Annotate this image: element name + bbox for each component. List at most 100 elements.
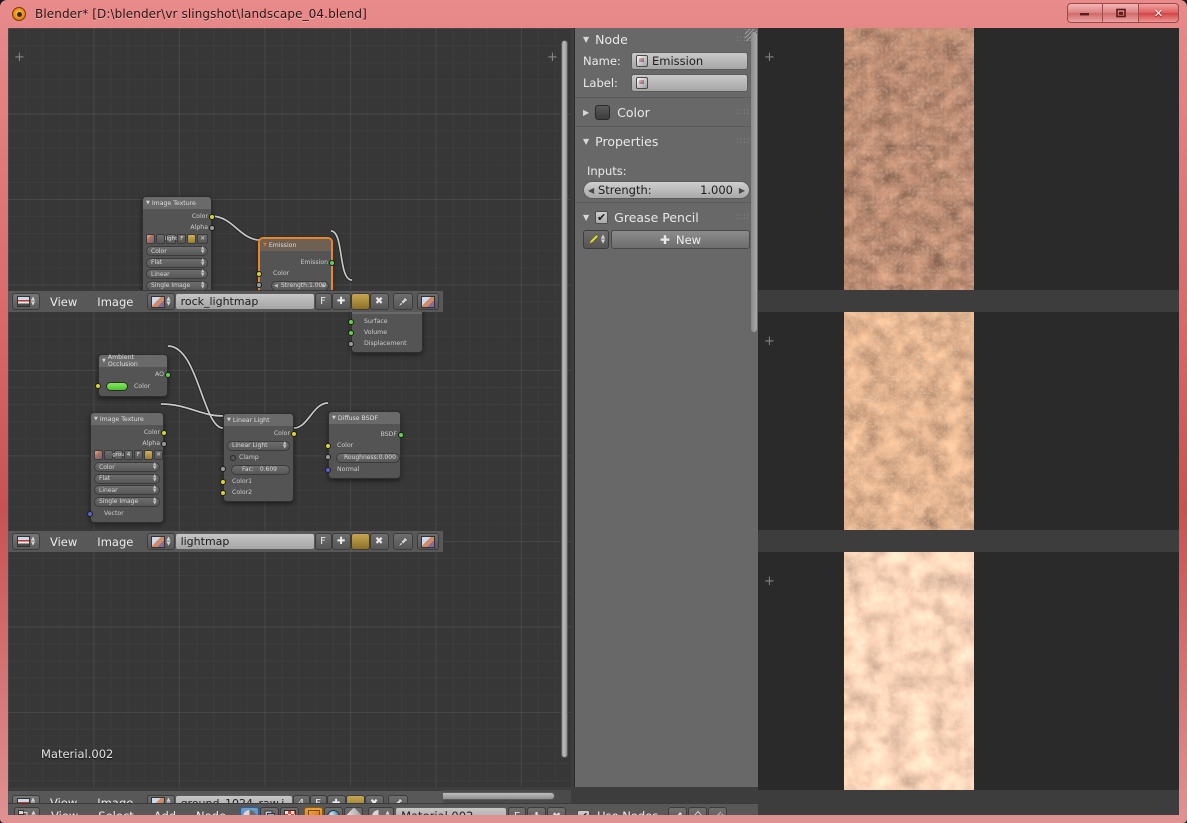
- clamp-checkbox[interactable]: [230, 454, 236, 461]
- socket-alpha-out[interactable]: [161, 440, 167, 447]
- color-swatch[interactable]: [106, 382, 128, 391]
- menu-view[interactable]: View: [40, 295, 87, 309]
- unlink-image-button[interactable]: ✖: [369, 293, 389, 310]
- node-header[interactable]: ▼ Emission: [260, 239, 331, 251]
- context-linestyle-button[interactable]: [344, 807, 364, 815]
- decrement-arrow-icon[interactable]: ◀: [588, 186, 594, 195]
- strength-slider[interactable]: ◀ Strength: 1.000 ▶: [271, 280, 329, 291]
- shader-type-render-layers-button[interactable]: [260, 807, 280, 815]
- open-image-button[interactable]: [350, 533, 370, 550]
- image-thumb-icon[interactable]: [94, 450, 103, 460]
- strength-slider[interactable]: ◀ Strength: 1.000 ▶: [583, 181, 750, 199]
- color-swatch[interactable]: [595, 104, 611, 120]
- scroll-thumb[interactable]: [561, 40, 568, 758]
- close-button[interactable]: ✕: [1139, 3, 1179, 23]
- socket-color-out[interactable]: [161, 429, 167, 436]
- menu-image[interactable]: Image: [87, 535, 143, 549]
- fake-user-button[interactable]: F: [314, 533, 332, 550]
- socket-volume-in[interactable]: [348, 329, 354, 336]
- new-image-button[interactable]: ✚: [331, 293, 351, 310]
- chevron-right-icon[interactable]: ▶: [583, 108, 589, 117]
- node-header[interactable]: ▼ Ambient Occlusion: [99, 354, 167, 368]
- view-expand-icon[interactable]: +: [764, 335, 775, 348]
- collapse-triangle-icon[interactable]: ▼: [263, 242, 267, 248]
- snap-button[interactable]: [708, 807, 728, 815]
- socket-color2-in[interactable]: [220, 489, 226, 496]
- maximize-button[interactable]: [1103, 3, 1139, 23]
- socket-color-in[interactable]: [325, 442, 331, 449]
- section-node[interactable]: ▼ Node ::::: [575, 28, 758, 50]
- new-image-button[interactable]: ✚: [331, 533, 351, 550]
- node-header[interactable]: ▼ Diffuse BSDF: [329, 412, 400, 424]
- socket-roughness-in[interactable]: [325, 453, 331, 460]
- pin-button[interactable]: [668, 807, 688, 815]
- collapse-triangle-icon[interactable]: ▼: [227, 417, 231, 423]
- context-world-button[interactable]: [324, 807, 344, 815]
- section-grease-pencil[interactable]: ▼ ✔ Grease Pencil ::::: [575, 206, 758, 228]
- menu-image[interactable]: Image: [87, 295, 143, 309]
- image-preview[interactable]: [844, 312, 974, 530]
- clamp-checkbox-row[interactable]: Clamp: [227, 452, 290, 463]
- chevron-down-icon[interactable]: ▼: [583, 35, 589, 44]
- node-emission[interactable]: ▼ Emission Emission Color ◀ Strength: 1.…: [256, 238, 335, 296]
- drag-dots-icon[interactable]: ::::: [736, 136, 750, 145]
- collapse-triangle-icon[interactable]: ▼: [102, 358, 106, 364]
- view-expand-icon[interactable]: +: [764, 575, 775, 588]
- socket-emission-out[interactable]: [329, 259, 335, 266]
- menu-node[interactable]: Node: [186, 809, 236, 815]
- open-image-icon[interactable]: [187, 234, 197, 244]
- socket-surface-in[interactable]: [348, 318, 354, 325]
- chevron-down-icon[interactable]: ▼: [583, 213, 589, 222]
- image-users-count[interactable]: 4: [124, 450, 133, 460]
- dropdown-projection[interactable]: Flat ▲ ▼: [146, 257, 208, 268]
- material-name-field[interactable]: Material.002: [395, 807, 508, 815]
- scroll-thumb[interactable]: [751, 32, 757, 332]
- socket-ao-out[interactable]: [165, 371, 171, 378]
- fake-user-button[interactable]: F: [177, 234, 187, 244]
- open-image-button[interactable]: [350, 293, 370, 310]
- shader-type-material-button[interactable]: [240, 807, 260, 815]
- image-editor-rock-lightmap-canvas[interactable]: + +: [758, 28, 1179, 290]
- chevron-down-icon[interactable]: ▼: [583, 137, 589, 146]
- view-expand-icon[interactable]: +: [764, 51, 775, 64]
- grease-pencil-checkbox[interactable]: ✔: [595, 210, 609, 224]
- image-name-field[interactable]: light: [165, 234, 177, 244]
- image-preview[interactable]: [844, 552, 974, 790]
- node-label-input[interactable]: [631, 74, 748, 92]
- menu-view[interactable]: View: [41, 809, 88, 815]
- roughness-slider[interactable]: Roughness: 0.000: [336, 452, 400, 463]
- node-mix-rgb-linear-light[interactable]: ▼ Linear Light Color Linear Light ▲ ▼ Clam…: [220, 413, 297, 502]
- node-editor-vscrollbar[interactable]: [561, 36, 568, 771]
- menu-select[interactable]: Select: [88, 809, 143, 815]
- unlink-image-icon[interactable]: ✕: [154, 450, 163, 460]
- node-name-input[interactable]: Emission: [631, 52, 748, 70]
- dropdown-blend-mode[interactable]: Linear Light ▲ ▼: [227, 440, 290, 451]
- unlink-image-button[interactable]: ✖: [369, 533, 389, 550]
- image-editor-ground-raw-canvas[interactable]: + +: [758, 552, 1179, 790]
- node-header[interactable]: ▼ Image Texture: [143, 197, 211, 209]
- open-image-icon[interactable]: [144, 450, 153, 460]
- editor-type-button[interactable]: ▲▼: [12, 533, 40, 550]
- image-browse-button[interactable]: ▲▼: [147, 533, 175, 550]
- node-ambient-occlusion[interactable]: ▼ Ambient Occlusion AO Color: [95, 354, 171, 397]
- material-browse-button[interactable]: ▲▼: [368, 807, 395, 815]
- grease-pencil-browse-button[interactable]: ▲ ▼: [583, 230, 609, 249]
- shader-node-editor[interactable]: + + ▼ Image Texture Color Alpha light F …: [8, 28, 571, 787]
- view-expand-icon[interactable]: +: [1178, 575, 1179, 588]
- socket-vector-in[interactable]: [87, 510, 93, 517]
- node-header[interactable]: ▼ Image Texture: [91, 413, 163, 425]
- node-image-texture-2[interactable]: ▼ Image Texture Color Alpha grou 4 F ✕ C…: [87, 412, 167, 523]
- new-grease-pencil-button[interactable]: ✚ New: [611, 230, 750, 249]
- drag-dots-icon[interactable]: ::::: [736, 107, 750, 116]
- node-header[interactable]: ▼ Linear Light: [224, 414, 293, 426]
- fake-user-button[interactable]: F: [134, 450, 143, 460]
- image-browse-button[interactable]: ▲▼: [147, 293, 175, 310]
- drag-dots-icon[interactable]: ::::: [736, 212, 750, 221]
- socket-displacement-in[interactable]: [348, 340, 354, 347]
- view-expand-icon[interactable]: +: [1178, 51, 1179, 64]
- socket-color1-in[interactable]: [220, 478, 226, 485]
- image-thumb-icon[interactable]: [146, 234, 155, 244]
- dropdown-source[interactable]: Single Image ▲ ▼: [146, 280, 208, 291]
- socket-color-in[interactable]: [256, 270, 262, 277]
- use-nodes-checkbox[interactable]: ✔: [577, 809, 591, 815]
